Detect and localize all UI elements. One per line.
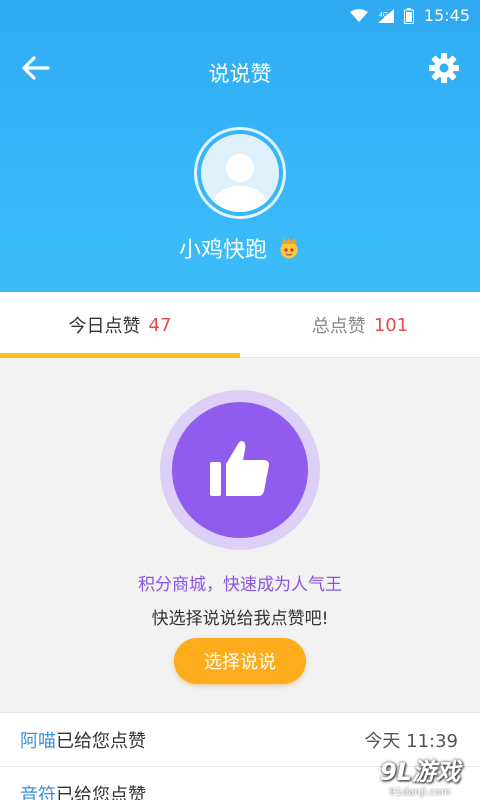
username: 小鸡快跑: [178, 238, 267, 263]
list-item-text: 已给您点赞: [56, 784, 146, 800]
wifi-icon: [349, 8, 368, 23]
status-bar: 4G 15:45: [0, 0, 480, 32]
username-row: 小鸡快跑: [0, 232, 480, 264]
watermark-sub: 91danji.com: [389, 787, 451, 798]
tab-bar: 今日点赞 47 总点赞 101: [0, 292, 480, 358]
settings-button[interactable]: [426, 52, 462, 88]
status-time: 15:45: [423, 6, 470, 25]
tab-count: 47: [148, 314, 172, 336]
page-title: 说说赞: [208, 62, 272, 86]
tab-today-likes[interactable]: 今日点赞 47: [0, 292, 240, 358]
gear-icon: [428, 52, 460, 88]
avatar-image: [201, 134, 279, 212]
svg-text:4G: 4G: [379, 12, 388, 19]
profile-header: 说说赞 小鸡快跑: [0, 32, 480, 292]
tab-total-likes[interactable]: 总点赞 101: [240, 292, 480, 358]
tab-label: 今日点赞: [68, 316, 141, 337]
like-halo: [160, 390, 320, 550]
crown-icon: [277, 237, 301, 259]
tab-count: 101: [373, 314, 409, 336]
hint-text: 快选择说说给我点赞吧!: [151, 609, 329, 629]
thumbs-up-icon: [208, 438, 272, 502]
battery-icon: [403, 7, 414, 24]
status-icons: 4G 15:45: [349, 6, 470, 25]
watermark-logo: 9L游戏 91danji.com: [372, 752, 468, 798]
list-item-user[interactable]: 阿喵: [20, 727, 56, 753]
list-item-time: 今天 11:39: [364, 730, 458, 752]
list-item-user[interactable]: 音符: [20, 781, 56, 800]
select-post-button[interactable]: 选择说说: [174, 638, 306, 684]
signal-icon: 4G: [377, 8, 394, 23]
watermark-main: 9L游戏: [380, 758, 460, 786]
like-button[interactable]: [172, 402, 308, 538]
main-content: 积分商城，快速成为人气王 快选择说说给我点赞吧! 选择说说: [0, 358, 480, 710]
avatar[interactable]: [194, 127, 286, 219]
list-item-text: 已给您点赞: [56, 730, 146, 752]
promo-text[interactable]: 积分商城，快速成为人气王: [0, 570, 480, 595]
tab-label: 总点赞: [311, 316, 366, 337]
